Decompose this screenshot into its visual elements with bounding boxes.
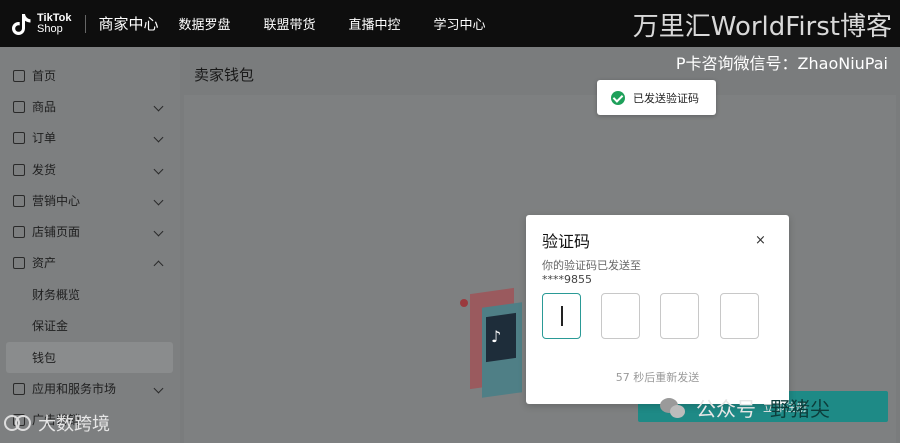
verification-modal: 验证码 × 你的验证码已发送至 ****9855 57 秒后重新发送 xyxy=(526,215,789,404)
rings-logo-icon xyxy=(4,411,32,435)
nav-affiliate[interactable]: 联盟带货 xyxy=(263,14,315,33)
wechat-watermark: 公众号 野猪尖 xyxy=(660,393,830,422)
toast-message: 已发送验证码 xyxy=(633,91,699,105)
chevron-down-icon xyxy=(153,195,164,206)
wallet-illustration: ♪ xyxy=(458,285,528,398)
code-digit-3-input[interactable] xyxy=(660,293,699,339)
order-icon xyxy=(13,131,25,144)
tiktok-logo-icon xyxy=(10,12,32,36)
modal-description: 你的验证码已发送至 xyxy=(542,259,641,272)
sidebar-item-label: 店铺页面 xyxy=(32,225,81,239)
sidebar-item-label: 营销中心 xyxy=(32,194,81,208)
chevron-down-icon xyxy=(153,383,164,394)
sidebar-item-marketing[interactable]: 营销中心 xyxy=(0,185,180,216)
bottom-left-watermark-text: 大数跨境 xyxy=(38,414,110,435)
tiktok-note-icon: ♪ xyxy=(491,327,502,346)
sidebar-item-orders[interactable]: 订单 xyxy=(0,122,180,153)
chevron-down-icon xyxy=(153,101,164,112)
sidebar-subitem-finance-overview[interactable]: 财务概览 xyxy=(0,279,180,310)
chevron-down-icon xyxy=(153,132,164,143)
sidebar: 首页 商品 订单 发货 营销中心 店铺页面 资产 财务概览 保证金 钱包 应用和… xyxy=(0,47,180,443)
sidebar-item-label: 商品 xyxy=(32,100,57,114)
apps-icon xyxy=(13,382,25,395)
top-nav: 数据罗盘 联盟带货 直播中控 学习中心 xyxy=(178,14,518,33)
watermark-subtitle: P卡咨询微信号：ZhaoNiuPai xyxy=(675,54,888,73)
watermark-title: 万里汇WorldFirst博客 xyxy=(632,12,892,42)
header-divider xyxy=(85,14,87,33)
wallet-icon xyxy=(13,256,25,269)
nav-live-console[interactable]: 直播中控 xyxy=(348,14,400,33)
wechat-watermark-name: 野猪尖 xyxy=(770,397,830,421)
bottom-left-watermark: 大数跨境 xyxy=(4,410,110,436)
sidebar-subitem-deposit[interactable]: 保证金 xyxy=(0,310,180,341)
toast-notification: 已发送验证码 xyxy=(597,80,716,115)
page-title: 卖家钱包 xyxy=(194,66,255,84)
sidebar-item-label: 订单 xyxy=(32,131,57,145)
sidebar-subitem-wallet[interactable]: 钱包 xyxy=(6,342,173,373)
nav-learning-center[interactable]: 学习中心 xyxy=(434,14,486,33)
code-digit-1-input[interactable] xyxy=(542,293,581,339)
sidebar-item-assets[interactable]: 资产 xyxy=(0,247,180,278)
illustration-dot xyxy=(460,299,468,307)
sidebar-item-label: 首页 xyxy=(32,69,57,83)
sidebar-item-store-pages[interactable]: 店铺页面 xyxy=(0,216,180,247)
tiktok-shop-logo[interactable]: TikTok Shop xyxy=(10,0,71,47)
sidebar-item-label: 资产 xyxy=(32,256,57,270)
product-icon xyxy=(13,100,25,113)
code-digit-2-input[interactable] xyxy=(601,293,640,339)
logo-line1: TikTok xyxy=(37,11,72,24)
seller-center-title[interactable]: 商家中心 xyxy=(98,13,158,34)
sidebar-item-label: 发货 xyxy=(32,163,57,177)
top-bar: TikTok Shop 商家中心 数据罗盘 联盟带货 直播中控 学习中心 万里汇… xyxy=(0,0,900,47)
sidebar-item-products[interactable]: 商品 xyxy=(0,91,180,122)
sidebar-item-home[interactable]: 首页 xyxy=(0,60,180,91)
masked-phone-number: ****9855 xyxy=(542,273,592,286)
modal-title: 验证码 xyxy=(542,232,591,251)
check-circle-icon xyxy=(611,90,625,105)
store-icon xyxy=(13,225,25,238)
resend-countdown: 57 秒后重新发送 xyxy=(615,371,700,384)
megaphone-icon xyxy=(13,194,25,207)
code-digit-4-input[interactable] xyxy=(720,293,759,339)
sidebar-item-label: 应用和服务市场 xyxy=(32,382,117,396)
sidebar-item-shipping[interactable]: 发货 xyxy=(0,154,180,185)
chevron-down-icon xyxy=(153,164,164,175)
sidebar-item-app-market[interactable]: 应用和服务市场 xyxy=(0,373,180,404)
nav-data-compass[interactable]: 数据罗盘 xyxy=(178,14,230,33)
wechat-icon xyxy=(660,396,686,420)
chevron-down-icon xyxy=(153,226,164,237)
chevron-up-icon xyxy=(153,260,164,271)
home-icon xyxy=(13,69,25,82)
wechat-watermark-label: 公众号 xyxy=(696,397,756,421)
truck-icon xyxy=(13,163,25,176)
logo-line2: Shop xyxy=(37,22,63,35)
close-icon[interactable]: × xyxy=(755,234,766,247)
